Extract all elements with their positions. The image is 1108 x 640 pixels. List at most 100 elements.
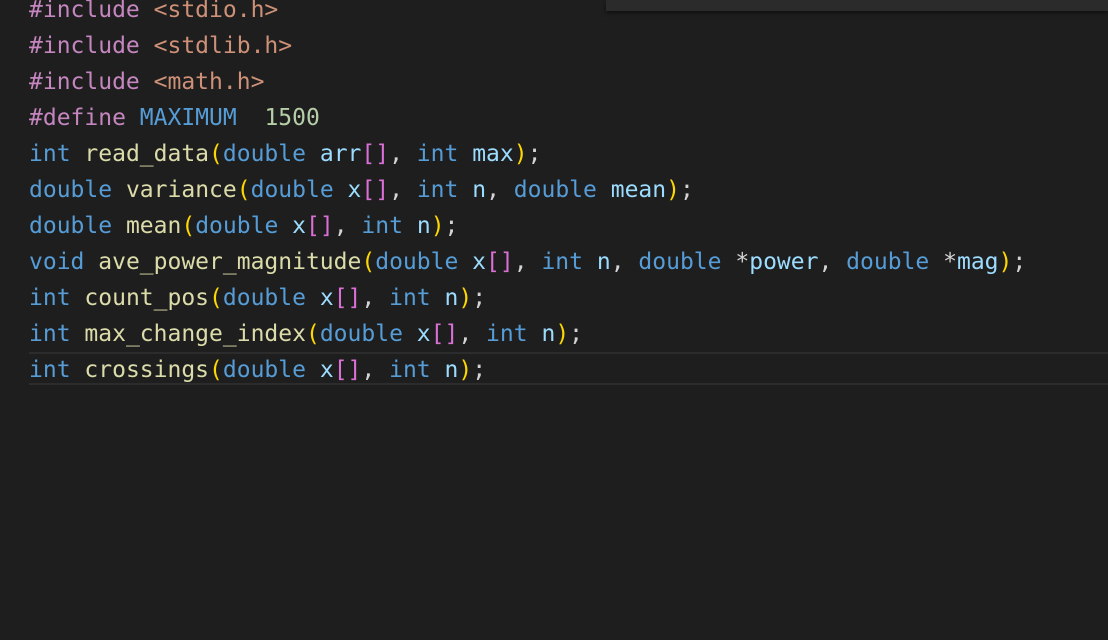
code-token-macro: MAXIMUM bbox=[139, 105, 237, 131]
code-token-type: int bbox=[416, 141, 459, 167]
code-line[interactable]: double variance(double x[], int n, doubl… bbox=[29, 172, 1026, 208]
code-token-punct bbox=[126, 105, 140, 131]
code-token-punct: ; bbox=[472, 285, 487, 311]
code-token-var: max bbox=[472, 141, 514, 167]
code-line[interactable]: #include <stdio.h> bbox=[29, 0, 1026, 28]
code-editor[interactable]: #include <stdio.h> #include <stdlib.h> #in… bbox=[0, 0, 1108, 640]
code-token-string: <stdio.h> bbox=[153, 0, 279, 23]
code-token-type: double bbox=[319, 321, 403, 347]
code-token-func: max_change_index bbox=[84, 321, 306, 347]
code-token-punct: ; bbox=[1012, 249, 1027, 275]
code-token-paren: ) bbox=[458, 357, 473, 383]
code-token-punct bbox=[431, 357, 445, 383]
code-token-type: void bbox=[29, 249, 85, 275]
code-token-punct bbox=[71, 321, 85, 347]
code-token-punct bbox=[528, 321, 542, 347]
code-line[interactable]: int max_change_index(double x[], int n); bbox=[29, 316, 1026, 352]
code-token-type: double bbox=[222, 141, 306, 167]
code-token-func: ave_power_magnitude bbox=[98, 249, 362, 275]
code-token-paren: ( bbox=[305, 321, 320, 347]
code-line[interactable]: #include <stdlib.h> bbox=[29, 28, 1026, 64]
code-area[interactable]: #include <stdio.h> #include <stdlib.h> #in… bbox=[29, 0, 1026, 388]
code-line[interactable]: void ave_power_magnitude(double x[], int… bbox=[29, 244, 1026, 280]
code-token-punct bbox=[84, 249, 98, 275]
code-token-type: double bbox=[29, 213, 113, 239]
code-token-punct bbox=[278, 213, 292, 239]
code-token-var: x bbox=[416, 321, 431, 347]
code-token-type: int bbox=[486, 321, 528, 347]
code-token-func: count_pos bbox=[84, 285, 210, 311]
code-token-var: n bbox=[416, 213, 431, 239]
code-token-punct: , bbox=[458, 321, 487, 347]
code-token-punct bbox=[306, 285, 320, 311]
code-token-op: * bbox=[943, 249, 957, 275]
code-token-bracket: [] bbox=[306, 213, 334, 239]
code-token-type: double bbox=[222, 285, 306, 311]
code-token-punct: ; bbox=[444, 213, 459, 239]
code-token-punct bbox=[431, 285, 445, 311]
code-token-punct bbox=[458, 249, 472, 275]
code-token-var: mean bbox=[610, 177, 667, 203]
code-token-bracket: [] bbox=[361, 141, 390, 167]
code-line[interactable]: double mean(double x[], int n); bbox=[29, 208, 1026, 244]
code-token-type: int bbox=[29, 321, 71, 347]
code-line[interactable]: int count_pos(double x[], int n); bbox=[29, 280, 1026, 316]
code-line[interactable]: int crossings(double x[], int n); bbox=[29, 352, 1026, 388]
code-token-punct bbox=[722, 249, 736, 275]
code-token-type: int bbox=[389, 285, 431, 311]
code-token-punct bbox=[597, 177, 611, 203]
code-token-paren: ) bbox=[430, 213, 445, 239]
code-token-punct bbox=[112, 213, 126, 239]
code-token-type: double bbox=[250, 177, 334, 203]
code-token-type: int bbox=[29, 141, 71, 167]
code-token-var: arr bbox=[319, 141, 362, 167]
code-line[interactable]: int read_data(double arr[], int max); bbox=[29, 136, 1026, 172]
code-token-type: double bbox=[638, 249, 722, 275]
code-token-bracket: [] bbox=[361, 177, 390, 203]
code-line[interactable]: #define MAXIMUM 1500 bbox=[29, 100, 1026, 136]
code-token-func: mean bbox=[125, 213, 182, 239]
code-token-var: x bbox=[472, 249, 487, 275]
code-token-type: int bbox=[29, 285, 71, 311]
code-token-paren: ( bbox=[209, 141, 223, 167]
code-token-var: n bbox=[444, 357, 459, 383]
code-token-bracket: [] bbox=[333, 357, 362, 383]
code-token-punct: ; bbox=[527, 141, 542, 167]
code-token-punct bbox=[306, 357, 320, 383]
code-token-paren: ) bbox=[998, 249, 1013, 275]
code-token-var: x bbox=[319, 357, 334, 383]
code-token-paren: ) bbox=[458, 285, 473, 311]
code-token-var: x bbox=[319, 285, 334, 311]
code-token-punct bbox=[403, 321, 417, 347]
code-token-punct bbox=[71, 141, 85, 167]
code-token-type: double bbox=[29, 177, 113, 203]
code-token-var: n bbox=[596, 249, 611, 275]
code-token-paren: ) bbox=[513, 141, 528, 167]
code-token-punct: , bbox=[333, 213, 362, 239]
code-token-func: read_data bbox=[84, 141, 210, 167]
code-token-bracket: [] bbox=[486, 249, 514, 275]
code-token-punct: ; bbox=[472, 357, 487, 383]
code-token-preproc: #include bbox=[29, 0, 140, 23]
code-token-punct bbox=[140, 0, 154, 23]
code-token-punct bbox=[458, 141, 472, 167]
code-token-punct: , bbox=[486, 177, 514, 203]
code-token-punct bbox=[583, 249, 597, 275]
code-token-type: int bbox=[416, 177, 459, 203]
code-token-punct bbox=[237, 105, 265, 131]
code-token-func: variance bbox=[125, 177, 237, 203]
code-token-punct: ; bbox=[569, 321, 584, 347]
code-token-type: int bbox=[541, 249, 583, 275]
code-line[interactable]: #include <math.h> bbox=[29, 64, 1026, 100]
code-token-string: <stdlib.h> bbox=[153, 33, 293, 59]
code-token-punct bbox=[112, 177, 126, 203]
code-token-var: x bbox=[347, 177, 362, 203]
code-token-punct: , bbox=[610, 249, 639, 275]
code-token-punct bbox=[306, 141, 320, 167]
code-token-preproc: #include bbox=[29, 33, 140, 59]
code-token-punct: , bbox=[513, 249, 542, 275]
code-token-type: double bbox=[513, 177, 597, 203]
code-token-var: x bbox=[292, 213, 307, 239]
code-token-paren: ) bbox=[555, 321, 570, 347]
code-token-punct: , bbox=[389, 141, 417, 167]
